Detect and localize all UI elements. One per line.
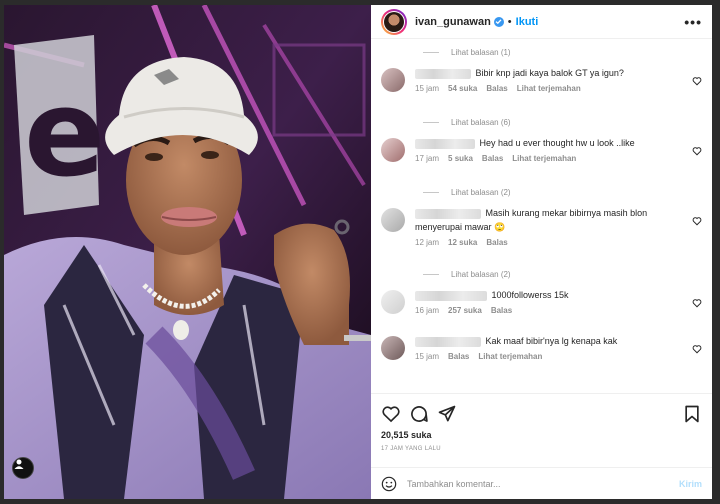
person-icon — [14, 459, 24, 469]
reply-button[interactable]: Balas — [482, 154, 503, 163]
comment-text: Kak maaf bibir'nya lg kenapa kak — [415, 334, 680, 348]
action-icons-row — [381, 402, 702, 426]
commenter-avatar[interactable] — [381, 138, 405, 162]
comment-text: Hey had u ever thought hw u look ..like — [415, 136, 680, 150]
translate-button[interactable]: Lihat terjemahan — [478, 352, 542, 361]
replies-line — [423, 51, 439, 53]
comment-meta: 16 jam 257 suka Balas — [415, 306, 680, 315]
translate-button[interactable]: Lihat terjemahan — [517, 84, 581, 93]
svg-text:e: e — [24, 65, 105, 204]
replies-line — [423, 273, 439, 275]
comment-meta: 15 jam 54 suka Balas Lihat terjemahan — [415, 84, 680, 93]
more-options-icon[interactable]: ••• — [684, 14, 702, 30]
view-replies-button[interactable]: Lihat balasan (1) — [423, 40, 712, 64]
comment-body: 1000followerss 15k 16 jam 257 suka Balas — [415, 286, 702, 332]
view-replies-button[interactable]: Lihat balasan (6) — [423, 110, 712, 134]
avatar-ring — [383, 10, 405, 33]
view-replies-button[interactable]: Lihat balasan (2) — [423, 262, 712, 286]
view-replies-label: Lihat balasan (6) — [451, 117, 511, 127]
author-username[interactable]: ivan_gunawan — [415, 16, 491, 28]
follow-button[interactable]: Ikuti — [516, 16, 539, 28]
view-replies-button[interactable]: Lihat balasan (2) — [423, 180, 712, 204]
comment-likes[interactable]: 54 suka — [448, 84, 477, 93]
comment-time[interactable]: 12 jam — [415, 238, 439, 247]
comment-item: 1000followerss 15k 16 jam 257 suka Balas — [371, 286, 712, 332]
like-heart-icon[interactable] — [692, 76, 702, 86]
comment-content: Bibir knp jadi kaya balok GT ya igun? — [475, 68, 624, 78]
comment-body: Bibir knp jadi kaya balok GT ya igun? 15… — [415, 64, 702, 110]
bookmark-save-icon[interactable] — [682, 404, 702, 424]
comment-meta: 12 jam 12 suka Balas — [415, 238, 680, 247]
post-header: ivan_gunawan • Ikuti ••• — [371, 5, 712, 39]
comment-item: Bibir knp jadi kaya balok GT ya igun? 15… — [371, 64, 712, 110]
like-heart-icon[interactable] — [692, 146, 702, 156]
like-heart-icon[interactable] — [692, 344, 702, 354]
share-send-icon[interactable] — [437, 404, 457, 424]
view-replies-label: Lihat balasan (2) — [451, 187, 511, 197]
replies-line — [423, 191, 439, 193]
blurred-username[interactable] — [415, 336, 481, 347]
comment-time[interactable]: 15 jam — [415, 84, 439, 93]
commenter-avatar[interactable] — [381, 336, 405, 360]
avatar-image — [384, 11, 404, 32]
comment-text: Masih kurang mekar bibirnya masih blon m… — [415, 206, 680, 234]
comment-input[interactable] — [407, 478, 679, 489]
post-side-panel: ivan_gunawan • Ikuti ••• Lihat balasan (… — [371, 5, 712, 499]
comment-body: Hey had u ever thought hw u look ..like … — [415, 134, 702, 180]
commenter-avatar[interactable] — [381, 208, 405, 232]
reply-button[interactable]: Balas — [448, 352, 469, 361]
comment-time[interactable]: 15 jam — [415, 352, 439, 361]
blurred-username[interactable] — [415, 138, 475, 149]
reply-button[interactable]: Balas — [491, 306, 512, 315]
view-replies-label: Lihat balasan (1) — [451, 47, 511, 57]
add-comment-bar: Kirim — [371, 467, 712, 499]
header-separator: • — [507, 15, 512, 28]
post-photo[interactable]: e — [4, 5, 371, 499]
verified-badge-icon — [493, 16, 504, 27]
reply-button[interactable]: Balas — [486, 238, 507, 247]
comments-list[interactable]: Lihat balasan (1) Bibir knp jadi kaya ba… — [371, 40, 712, 392]
comment-meta: 17 jam 5 suka Balas Lihat terjemahan — [415, 154, 680, 163]
comment-content: Kak maaf bibir'nya lg kenapa kak — [485, 336, 618, 346]
emoji-icon[interactable] — [381, 476, 397, 492]
comment-bubble-icon[interactable] — [409, 404, 429, 424]
checkmark-icon — [495, 19, 502, 25]
comment-content: 1000followerss 15k — [491, 290, 569, 300]
comment-content: Hey had u ever thought hw u look ..like — [479, 138, 635, 148]
like-heart-icon[interactable] — [692, 216, 702, 226]
likes-count[interactable]: 20,515 suka — [381, 430, 702, 440]
comment-likes[interactable]: 257 suka — [448, 306, 482, 315]
blurred-username[interactable] — [415, 208, 481, 219]
view-replies-label: Lihat balasan (2) — [451, 269, 511, 279]
comment-item: Hey had u ever thought hw u look ..like … — [371, 134, 712, 180]
comment-item: Masih kurang mekar bibirnya masih blon m… — [371, 204, 712, 262]
reply-button[interactable]: Balas — [486, 84, 507, 93]
author-avatar[interactable] — [381, 8, 407, 35]
commenter-avatar[interactable] — [381, 68, 405, 92]
post-timestamp[interactable]: 17 JAM YANG LALU — [381, 446, 702, 452]
post-comment-button[interactable]: Kirim — [679, 479, 702, 489]
comment-likes[interactable]: 12 suka — [448, 238, 477, 247]
user-tag-icon[interactable] — [12, 457, 34, 479]
comment-time[interactable]: 17 jam — [415, 154, 439, 163]
like-heart-icon[interactable] — [692, 298, 702, 308]
comment-text: Bibir knp jadi kaya balok GT ya igun? — [415, 66, 680, 80]
comment-text: 1000followerss 15k — [415, 288, 680, 302]
commenter-avatar[interactable] — [381, 290, 405, 314]
screenshot-frame: e ivan_gunawan • Ikuti ••• Lihat balasan… — [0, 0, 720, 504]
comment-body: Kak maaf bibir'nya lg kenapa kak 15 jam … — [415, 332, 702, 378]
blurred-username[interactable] — [415, 290, 487, 301]
blurred-username[interactable] — [415, 68, 471, 79]
like-heart-icon[interactable] — [381, 404, 401, 424]
photo-illustration: e — [4, 5, 371, 499]
comment-meta: 15 jam Balas Lihat terjemahan — [415, 352, 680, 361]
replies-line — [423, 121, 439, 123]
comment-item: Kak maaf bibir'nya lg kenapa kak 15 jam … — [371, 332, 712, 378]
translate-button[interactable]: Lihat terjemahan — [512, 154, 576, 163]
post-dialog: e ivan_gunawan • Ikuti ••• Lihat balasan… — [4, 5, 712, 499]
comment-likes[interactable]: 5 suka — [448, 154, 473, 163]
comment-body: Masih kurang mekar bibirnya masih blon m… — [415, 204, 702, 262]
comment-time[interactable]: 16 jam — [415, 306, 439, 315]
post-actions: 20,515 suka 17 JAM YANG LALU — [371, 393, 712, 452]
